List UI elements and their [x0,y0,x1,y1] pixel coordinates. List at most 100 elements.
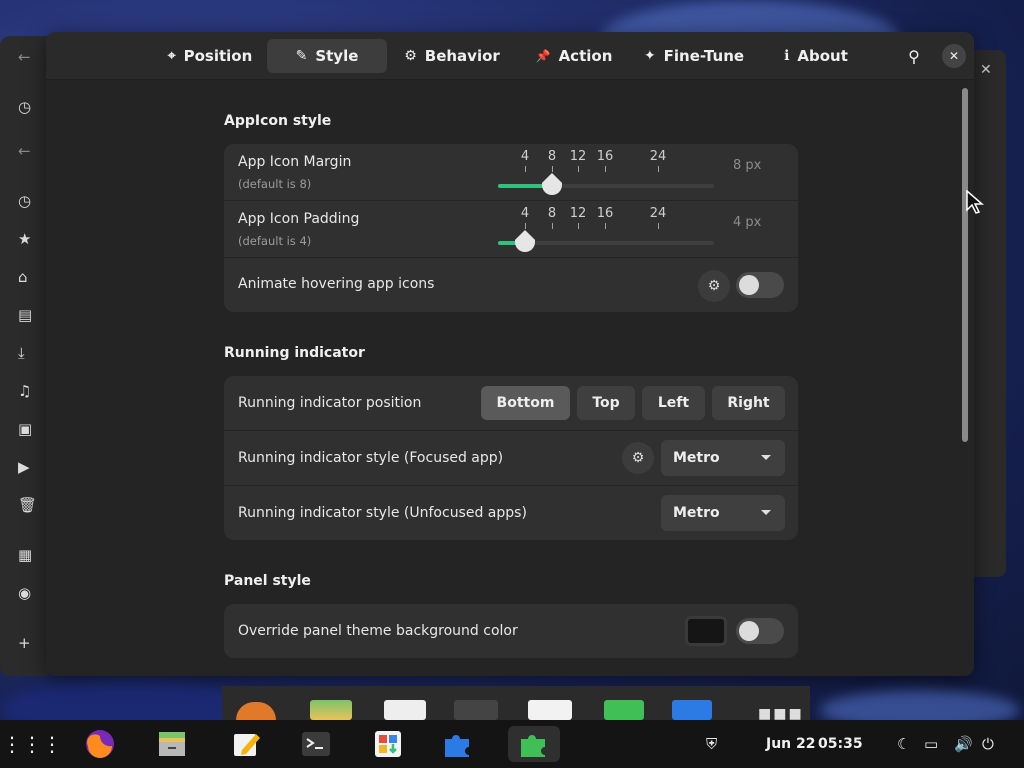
animate-hover-switch[interactable] [736,272,784,298]
download-icon: ⤓ [18,344,25,362]
files-icon [159,732,185,756]
info-icon: ℹ [784,48,790,64]
position-right-button[interactable]: Right [712,386,785,420]
slider-tick-label: 16 [596,206,614,221]
icon-margin-slider[interactable]: 4 8 12 16 24 [498,149,714,195]
software-launcher[interactable] [370,726,406,762]
row-label: App Icon Margin [238,154,352,170]
panel-style-group: Override panel theme background color [224,604,798,658]
slider-tick [552,223,553,229]
extension-icon [521,735,545,757]
terminal-launcher[interactable] [298,726,334,762]
firefox-launcher[interactable] [82,726,118,762]
shield-icon[interactable]: ⛨ [706,735,717,753]
text-editor-icon [234,734,260,756]
bottom-panel: ⋮⋮⋮ ⛨ Jun 22 05:35 ☾ ▭ 🔊 ⏻ [0,720,1024,768]
icon-padding-slider[interactable]: 4 8 12 16 24 [498,206,714,252]
slider-tick-label: 12 [569,149,587,164]
firefox-icon [236,702,276,720]
tab-label: Action [558,47,613,65]
disc-icon: ◉ [18,584,32,602]
row-label: App Icon Padding [238,211,360,227]
slider-tick [578,166,579,172]
terminal-icon [302,732,330,756]
dash-to-dock-settings-launcher[interactable] [508,726,560,762]
tab-position[interactable]: ⌖ Position [152,39,268,73]
headerbar: ⌖ Position ✎ Style ⚙ Behavior 📌 Action ✦… [46,32,974,80]
settings-page: AppIcon style App Icon Margin (default i… [46,80,974,676]
back-arrow-icon: ← [18,48,31,66]
date-label[interactable]: Jun 22 [766,736,816,752]
position-left-button[interactable]: Left [642,386,705,420]
tab-behavior[interactable]: ⚙ Behavior [392,39,512,73]
time-label[interactable]: 05:35 [818,736,863,752]
tab-fine-tune[interactable]: ✦ Fine-Tune [638,39,750,73]
search-button[interactable]: ⚲ [902,44,926,68]
video-icon: ▶ [18,458,30,476]
pin-icon: 📌 [535,49,551,63]
color-picker-button[interactable] [685,616,727,646]
running-indicator-group: Running indicator position Bottom Top Le… [224,376,798,540]
image-icon: ▣ [18,420,33,438]
tab-action[interactable]: 📌 Action [524,39,624,73]
text-editor-launcher[interactable] [228,726,264,762]
slider-tick-label: 24 [649,206,667,221]
text-editor-icon [384,700,426,720]
show-apps-button[interactable]: ⋮⋮⋮ [2,726,62,762]
files-icon [310,700,352,720]
switch-knob [739,275,759,295]
document-icon: ▤ [18,306,33,324]
slider-tick-label: 8 [547,206,557,221]
extension-icon [604,700,644,720]
unfocused-style-dropdown[interactable]: Metro [661,495,785,531]
value-label: 8 px [733,158,762,173]
tab-label: Position [183,47,253,65]
close-icon: ✕ [948,49,960,63]
override-bg-switch[interactable] [736,618,784,644]
slider-handle[interactable] [542,173,562,195]
tab-style[interactable]: ✎ Style [267,39,387,73]
slider-tick [525,166,526,172]
slider-tick [658,223,659,229]
mouse-cursor-icon [966,190,984,214]
slider-tick [525,223,526,229]
gear-icon: ⚙ [707,278,721,294]
puzzle-icon: ✦ [643,48,656,64]
settings-button[interactable]: ⚙ [698,270,730,302]
slider-tick-label: 24 [649,149,667,164]
slider-tick [605,223,606,229]
scrollbar[interactable] [962,88,968,442]
row-unfocused-style: Running indicator style (Unfocused apps)… [224,486,798,540]
files-launcher[interactable] [154,726,190,762]
position-bottom-button[interactable]: Bottom [481,386,570,420]
settings-button[interactable]: ⚙ [622,442,654,474]
trash-icon: 🗑 [18,496,38,514]
drive-icon: ▦ [18,546,33,564]
chevron-down-icon [761,510,771,515]
extensions-launcher[interactable] [440,726,476,762]
star-icon: ★ [18,230,32,248]
network-icon[interactable]: ▭ [924,735,938,753]
firefox-icon [86,730,114,758]
dropdown-value: Metro [673,505,720,521]
appicon-group: App Icon Margin (default is 8) 4 8 12 16 24 … [224,144,798,312]
add-icon: + [18,634,31,652]
close-button[interactable]: ✕ [942,44,966,68]
puzzle-icon [445,735,469,757]
tab-label: Style [315,47,359,65]
position-top-button[interactable]: Top [577,386,635,420]
volume-icon[interactable]: 🔊 [954,735,973,753]
clock-icon: ◷ [18,98,32,116]
slider-tick-label: 4 [520,149,530,164]
row-sublabel: (default is 8) [238,177,312,191]
focused-style-dropdown[interactable]: Metro [661,440,785,476]
close-icon: ✕ [980,62,992,78]
row-label: Running indicator style (Focused app) [238,450,504,466]
section-title-running-indicator: Running indicator [224,345,365,361]
slider-handle[interactable] [515,230,535,252]
tab-about[interactable]: ℹ About [776,39,856,73]
power-icon[interactable]: ⏻ [982,735,994,753]
background-window: ← ◷ ← ◷ ★ ⌂ ▤ ⤓ ♫ ▣ ▶ 🗑 ▦ ◉ + [0,36,48,676]
night-light-icon[interactable]: ☾ [897,735,910,753]
row-override-bg: Override panel theme background color [224,604,798,658]
